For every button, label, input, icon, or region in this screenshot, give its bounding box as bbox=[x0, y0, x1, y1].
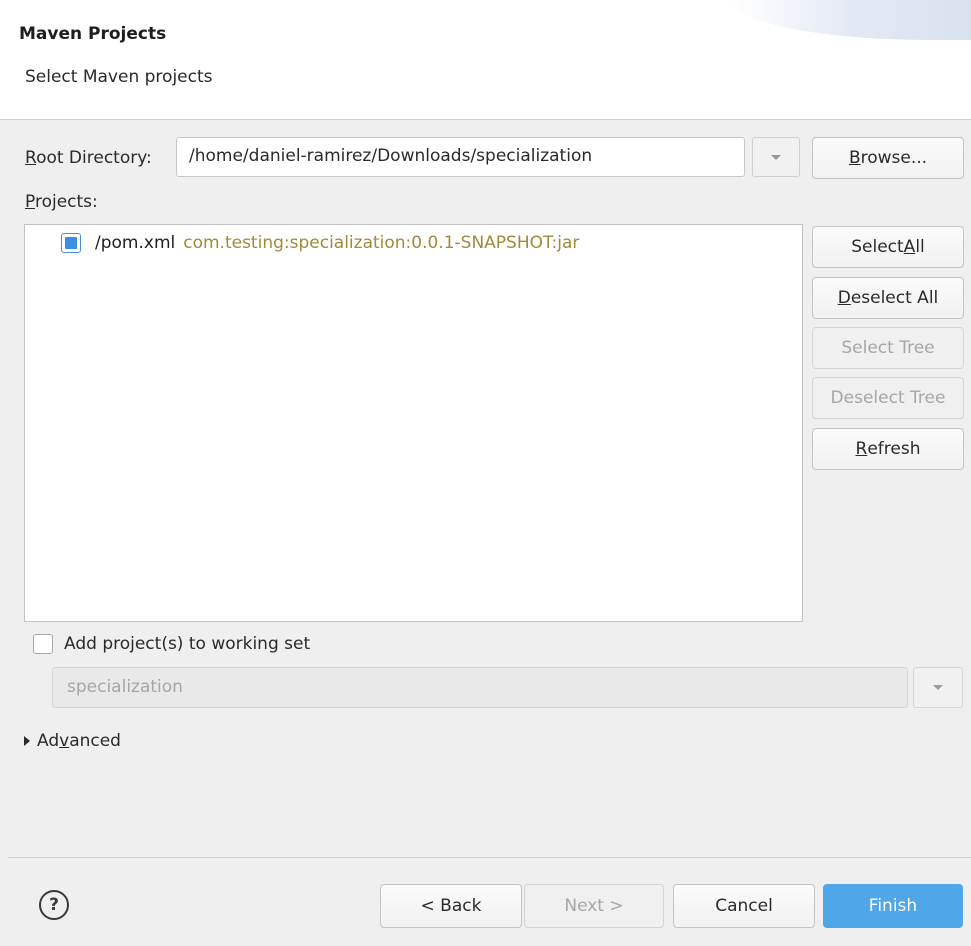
projects-label: Projects: bbox=[25, 192, 98, 212]
expand-arrow-icon[interactable] bbox=[24, 736, 30, 746]
projects-tree[interactable]: /pom.xml com.testing:specialization:0.0.… bbox=[24, 224, 803, 622]
next-button[interactable]: Next > bbox=[524, 884, 664, 928]
select-all-button[interactable]: Select All bbox=[812, 226, 964, 268]
footer-separator bbox=[8, 857, 971, 858]
project-checkbox[interactable] bbox=[61, 233, 81, 253]
root-directory-label: Root Directory: bbox=[25, 148, 152, 168]
page-subtitle: Select Maven projects bbox=[25, 67, 213, 87]
advanced-section-toggle[interactable]: Advanced bbox=[37, 731, 121, 751]
browse-button[interactable]: Browse... bbox=[812, 137, 964, 179]
project-pom-path: /pom.xml bbox=[95, 233, 176, 253]
working-set-checkbox[interactable] bbox=[33, 634, 53, 654]
working-set-label: Add project(s) to working set bbox=[64, 634, 311, 654]
back-button[interactable]: < Back bbox=[380, 884, 522, 928]
wizard-header: Maven Projects Select Maven projects bbox=[0, 0, 971, 120]
page-title: Maven Projects bbox=[19, 24, 167, 44]
chevron-down-icon bbox=[933, 685, 943, 690]
finish-button[interactable]: Finish bbox=[823, 884, 963, 928]
chevron-down-icon bbox=[771, 154, 781, 160]
refresh-button[interactable]: Refresh bbox=[812, 428, 964, 470]
working-set-dropdown-button[interactable] bbox=[913, 667, 963, 708]
deselect-tree-button[interactable]: Deselect Tree bbox=[812, 377, 964, 419]
root-directory-dropdown-button[interactable] bbox=[752, 137, 800, 177]
root-directory-input[interactable]: /home/daniel-ramirez/Downloads/specializ… bbox=[176, 137, 745, 177]
checkbox-checked-mark bbox=[65, 237, 77, 249]
project-gav: com.testing:specialization:0.0.1-SNAPSHO… bbox=[183, 233, 580, 253]
select-tree-button[interactable]: Select Tree bbox=[812, 327, 964, 369]
header-banner-decoration bbox=[731, 0, 971, 40]
help-icon[interactable]: ? bbox=[39, 890, 69, 920]
cancel-button[interactable]: Cancel bbox=[673, 884, 815, 928]
deselect-all-button[interactable]: Deselect All bbox=[812, 277, 964, 319]
working-set-combo[interactable]: specialization bbox=[52, 667, 908, 708]
list-item[interactable]: /pom.xml com.testing:specialization:0.0.… bbox=[61, 233, 579, 253]
